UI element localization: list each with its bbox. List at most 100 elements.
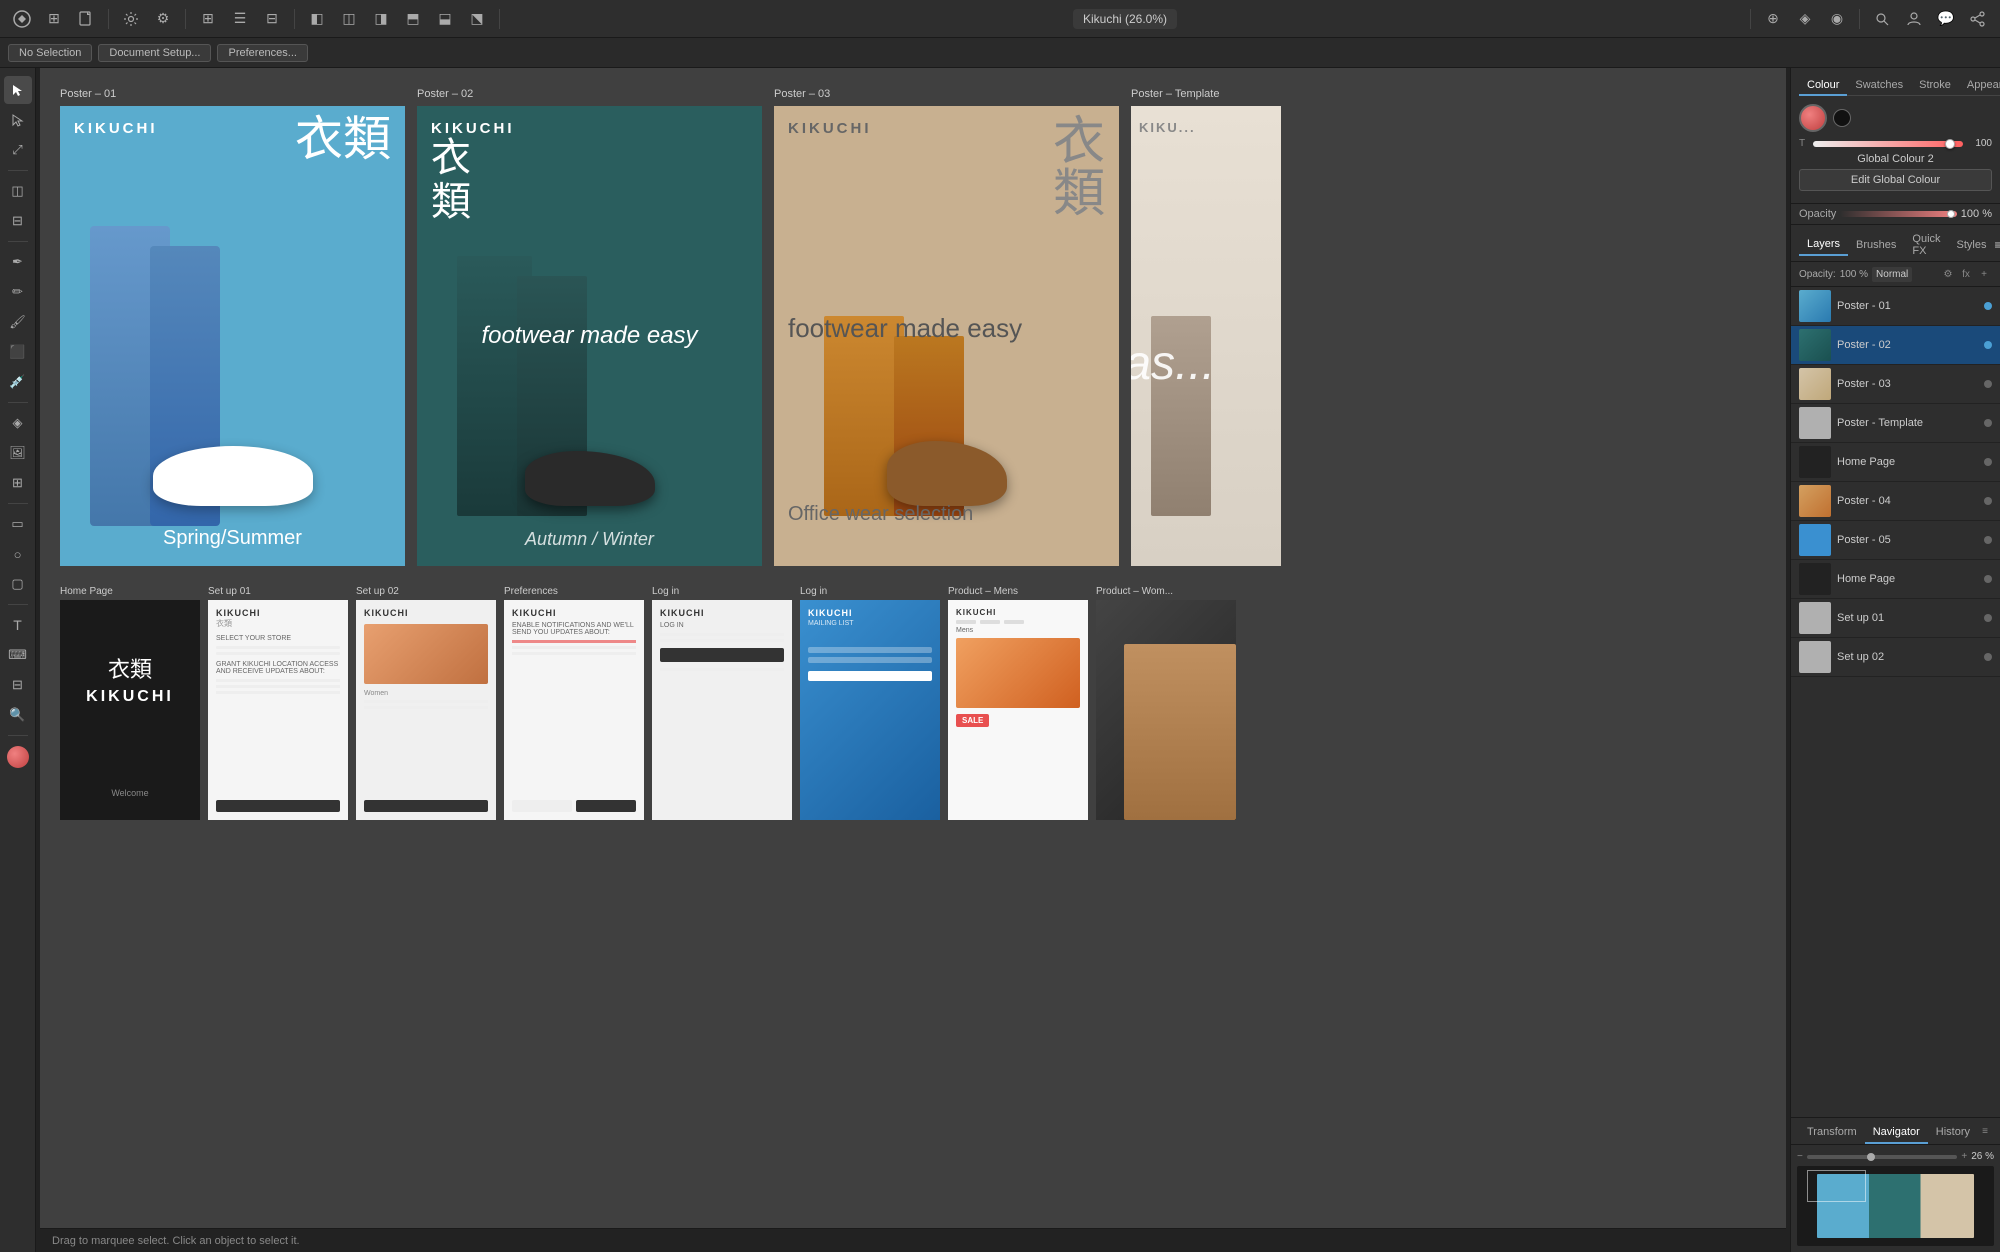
chat-icon[interactable]: 💬: [1932, 5, 1960, 33]
layers-gear-icon[interactable]: ⚙: [1940, 266, 1956, 282]
product-thumb[interactable]: KIKUCHI Mens SALE: [948, 600, 1088, 820]
nav-zoom-slider[interactable]: [1807, 1155, 1958, 1159]
prefs-deny-btn[interactable]: [512, 800, 572, 812]
setup01-thumb[interactable]: KIKUCHI 衣類 SELECT YOUR STORE GRANT KIKUC…: [208, 600, 348, 820]
zoom-in-nav-btn[interactable]: +: [1961, 1151, 1967, 1162]
preferences-btn[interactable]: Preferences...: [217, 44, 307, 62]
select-tool[interactable]: [4, 76, 32, 104]
doc-setup-btn[interactable]: Document Setup...: [98, 44, 211, 62]
zoom-out-btn[interactable]: −: [1797, 1151, 1803, 1162]
setup02-thumb[interactable]: KIKUCHI Women: [356, 600, 496, 820]
bottom-panel-menu[interactable]: ≡: [1978, 1122, 1992, 1144]
new-doc-icon[interactable]: [72, 5, 100, 33]
align-top-icon[interactable]: ⬒: [399, 5, 427, 33]
crop-tool[interactable]: ⊟: [4, 207, 32, 235]
brush-tool[interactable]: 🖌: [4, 308, 32, 336]
poster-template[interactable]: KIKU... fas...: [1131, 106, 1281, 566]
color-icon[interactable]: ◉: [1823, 5, 1851, 33]
transform-tool[interactable]: ⤢: [4, 136, 32, 164]
color-swatch-circle[interactable]: [1799, 104, 1827, 132]
layer-setup-02[interactable]: Set up 02: [1791, 638, 2000, 677]
column-icon[interactable]: ☰: [226, 5, 254, 33]
color-slider-t[interactable]: [1813, 141, 1963, 147]
prefs-thumb[interactable]: KIKUCHI ENABLE NOTIFICATIONS AND WE'LL S…: [504, 600, 644, 820]
grid-view-icon[interactable]: ⊞: [194, 5, 222, 33]
login2-submit-btn[interactable]: [808, 671, 932, 681]
layers-blend-mode[interactable]: Normal: [1872, 267, 1912, 282]
grid-icon[interactable]: ⊞: [40, 5, 68, 33]
rectangle-tool[interactable]: ▭: [4, 510, 32, 538]
tab-quickfx[interactable]: Quick FX: [1904, 229, 1948, 261]
pen-tool[interactable]: ✒: [4, 248, 32, 276]
login-btn[interactable]: [660, 648, 784, 662]
layer-poster-03[interactable]: Poster - 03: [1791, 365, 2000, 404]
edit-global-color-btn[interactable]: Edit Global Colour: [1799, 169, 1992, 191]
layer-icon[interactable]: ◈: [1791, 5, 1819, 33]
product-wom-thumb[interactable]: [1096, 600, 1236, 820]
share-icon[interactable]: [1964, 5, 1992, 33]
layers-add-icon[interactable]: +: [1976, 266, 1992, 282]
text-tool[interactable]: T: [4, 611, 32, 639]
image-tool[interactable]: 🖼: [4, 439, 32, 467]
layer-setup-01[interactable]: Set up 01: [1791, 599, 2000, 638]
tab-transform[interactable]: Transform: [1799, 1122, 1865, 1144]
crop-icon[interactable]: ⊟: [258, 5, 286, 33]
layer-poster-04[interactable]: Poster - 04: [1791, 482, 2000, 521]
fill-tool[interactable]: ⬛: [4, 338, 32, 366]
layer-poster-05[interactable]: Poster - 05: [1791, 521, 2000, 560]
tab-history[interactable]: History: [1928, 1122, 1978, 1144]
layers-menu-icon[interactable]: ≡: [1994, 238, 2000, 252]
align-mid-icon[interactable]: ⬓: [431, 5, 459, 33]
color-swatch[interactable]: [7, 746, 29, 768]
poster-02[interactable]: KIKUCHI 衣類 footwear made easy Autumn / W…: [417, 106, 762, 566]
tab-brushes[interactable]: Brushes: [1848, 235, 1904, 255]
no-selection-btn[interactable]: No Selection: [8, 44, 92, 62]
tab-appearance[interactable]: Appearance: [1959, 76, 2000, 96]
align-right-icon[interactable]: ◨: [367, 5, 395, 33]
poster-01[interactable]: KIKUCHI 衣類 Spring/Summer: [60, 106, 405, 566]
grid-tool[interactable]: ⊞: [4, 469, 32, 497]
homepage-thumb[interactable]: 衣類 KIKUCHI Welcome: [60, 600, 200, 820]
setup01-btn[interactable]: [216, 800, 340, 812]
align-center-icon[interactable]: ◫: [335, 5, 363, 33]
snap-icon[interactable]: ⊕: [1759, 5, 1787, 33]
tab-stroke[interactable]: Stroke: [1911, 76, 1959, 96]
zoom-tool[interactable]: 🔍: [4, 701, 32, 729]
ellipse-tool[interactable]: ○: [4, 540, 32, 568]
tab-swatches[interactable]: Swatches: [1847, 76, 1911, 96]
pencil-tool[interactable]: ✏: [4, 278, 32, 306]
align-bottom-icon[interactable]: ⬔: [463, 5, 491, 33]
tab-colour[interactable]: Colour: [1799, 76, 1847, 96]
layers-fx-icon[interactable]: fx: [1958, 266, 1974, 282]
table-tool[interactable]: ⊟: [4, 671, 32, 699]
layer-homepage[interactable]: Home Page: [1791, 443, 2000, 482]
gear-icon[interactable]: ⚙: [149, 5, 177, 33]
tab-layers[interactable]: Layers: [1799, 234, 1848, 256]
login-thumb[interactable]: KIKUCHI LOG IN: [652, 600, 792, 820]
app-logo-icon[interactable]: [8, 5, 36, 33]
corner-tool[interactable]: ◫: [4, 177, 32, 205]
frame-tool[interactable]: ⌨: [4, 641, 32, 669]
user-icon[interactable]: [1900, 5, 1928, 33]
prefs-allow-btn[interactable]: [576, 800, 636, 812]
settings-icon[interactable]: [117, 5, 145, 33]
layer-homepage-2[interactable]: Home Page: [1791, 560, 2000, 599]
tab-styles[interactable]: Styles: [1949, 235, 1995, 255]
login2-thumb[interactable]: KIKUCHI MAILING LIST: [800, 600, 940, 820]
setup02-btn[interactable]: [364, 800, 488, 812]
eyedropper-tool[interactable]: 💉: [4, 368, 32, 396]
layer-poster-template[interactable]: Poster - Template: [1791, 404, 2000, 443]
symbol-tool[interactable]: ◈: [4, 409, 32, 437]
opacity-slider[interactable]: [1840, 211, 1957, 217]
tab-navigator[interactable]: Navigator: [1865, 1122, 1928, 1144]
layer-poster-02[interactable]: Poster - 02: [1791, 326, 2000, 365]
poster-03[interactable]: KIKUCHI 衣類 footwear made easy Office wea…: [774, 106, 1119, 566]
node-tool[interactable]: [4, 106, 32, 134]
align-left-icon[interactable]: ◧: [303, 5, 331, 33]
canvas-area[interactable]: Poster – 01 KIKUCHI 衣類 Sprin: [40, 68, 1786, 1252]
layer-poster-01[interactable]: Poster - 01: [1791, 287, 2000, 326]
zoom-in-icon[interactable]: [1868, 5, 1896, 33]
color-black-circle[interactable]: [1833, 109, 1851, 127]
poster-02-container: Poster – 02 KIKUCHI 衣類 footwear made eas…: [417, 88, 762, 566]
rounded-rect-tool[interactable]: ▢: [4, 570, 32, 598]
